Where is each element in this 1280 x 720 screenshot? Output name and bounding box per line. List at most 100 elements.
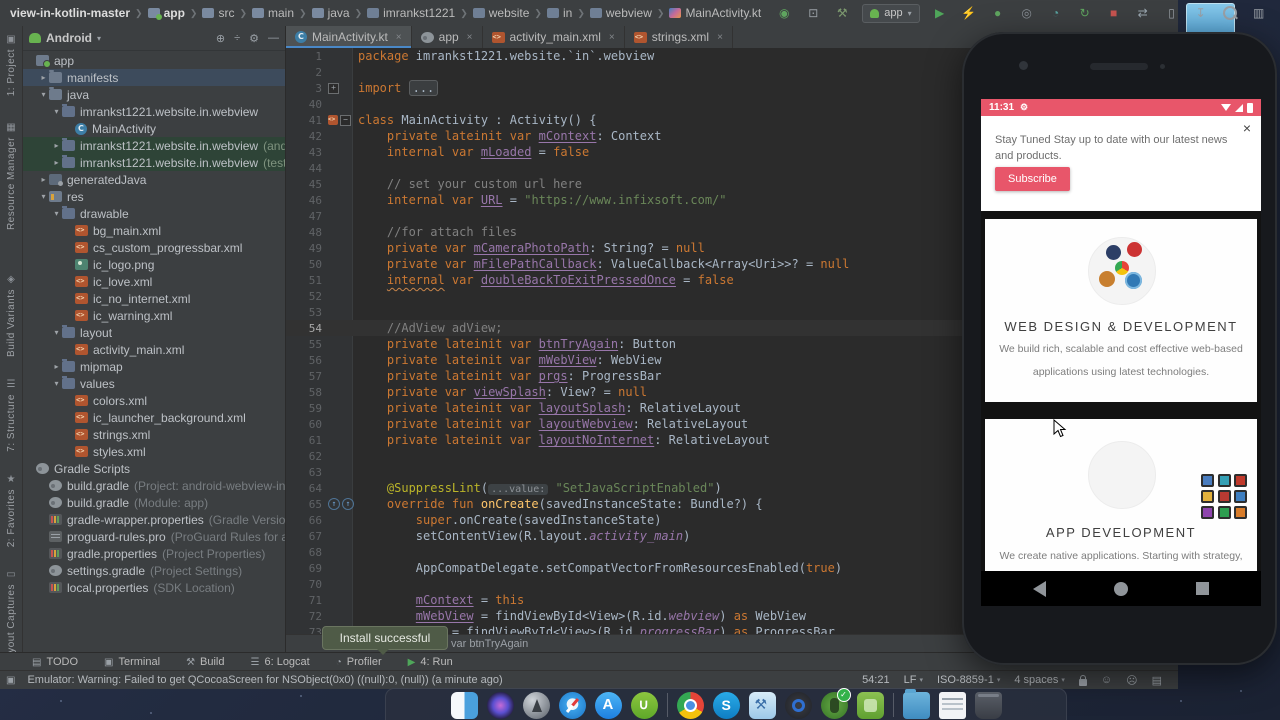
tree-item-bg-main-xml[interactable]: bg_main.xml (23, 222, 285, 239)
tree-item-values[interactable]: ▾ values (23, 375, 285, 392)
tree-expand-icon[interactable]: ▾ (51, 328, 62, 337)
dock-xcode-icon[interactable] (748, 691, 776, 719)
tree-item-java[interactable]: ▾ java (23, 86, 285, 103)
status-message[interactable]: Emulator: Warning: Failed to get QCocoaS… (27, 674, 502, 686)
tree-item-app[interactable]: app (23, 52, 285, 69)
close-icon[interactable]: × (396, 32, 402, 43)
tree-item-ic-logo-png[interactable]: ic_logo.png (23, 256, 285, 273)
fold-expand-icon[interactable]: + (328, 82, 339, 94)
tab-strings-xml[interactable]: strings.xml × (625, 26, 733, 48)
stripe-item-1-project[interactable]: ▣ 1: Project (6, 34, 17, 96)
close-icon[interactable]: × (467, 32, 473, 43)
recents-button[interactable] (1196, 582, 1209, 595)
tree-item-gradle-wrapper-properties[interactable]: gradle-wrapper.properties (Gradle Version (23, 511, 285, 528)
breadcrumb-item[interactable]: MainActivity.kt (669, 6, 761, 20)
indent-selector[interactable]: 4 spaces ▾ (1014, 674, 1065, 686)
tree-item-build-gradle[interactable]: build.gradle (Module: app) (23, 494, 285, 511)
tree-item-colors-xml[interactable]: colors.xml (23, 392, 285, 409)
collapse-all-icon[interactable]: ÷ (234, 32, 240, 45)
tree-item-local-properties[interactable]: local.properties (SDK Location) (23, 579, 285, 596)
emulator-icon[interactable]: ◉ (775, 4, 793, 22)
dock-utorrent-icon[interactable] (630, 691, 658, 719)
tree-item-drawable[interactable]: ▾ drawable (23, 205, 285, 222)
breadcrumb-item[interactable]: website (472, 6, 529, 20)
stripe-item-7-structure[interactable]: ☰ 7: Structure (6, 379, 17, 452)
tree-item-proguard-rules-pro[interactable]: proguard-rules.pro (ProGuard Rules for a (23, 528, 285, 545)
override-icon[interactable]: ↑ (342, 498, 354, 510)
highlighting-frown-icon[interactable]: ☹ (1126, 674, 1137, 687)
tree-item-mipmap[interactable]: ▸ mipmap (23, 358, 285, 375)
tree-item-activity-main-xml[interactable]: activity_main.xml (23, 341, 285, 358)
tv-run-icon[interactable]: ⊡ (804, 4, 822, 22)
stripe-item-resource-manager[interactable]: ▦ Resource Manager (6, 122, 17, 230)
dock-vpn-icon[interactable] (820, 687, 851, 719)
back-button[interactable] (1033, 580, 1046, 597)
highlighting-smile-icon[interactable]: ☺ (1101, 674, 1112, 686)
tree-item-manifests[interactable]: ▸ manifests (23, 69, 285, 86)
breadcrumb-item[interactable]: src (202, 6, 234, 20)
toolwindow-tab-4-run[interactable]: ▶ 4: Run (408, 656, 453, 668)
tree-item-styles-xml[interactable]: styles.xml (23, 443, 285, 460)
toolwindow-tab-build[interactable]: ⚒ Build (186, 656, 224, 668)
breadcrumb-item[interactable]: webview (589, 6, 652, 20)
tab-app[interactable]: app × (412, 26, 483, 48)
profiler-icon[interactable]: ◔ (1047, 4, 1065, 22)
project-panel-header[interactable]: Android ▾ ⊕ ÷ ⚙ — (23, 26, 285, 51)
tree-expand-icon[interactable]: ▸ (51, 158, 62, 167)
apply-changes-icon[interactable]: ⚡ (960, 4, 978, 22)
tree-item-res[interactable]: ▾ res (23, 188, 285, 205)
tree-expand-icon[interactable]: ▸ (38, 73, 49, 82)
tree-item-gradle-properties[interactable]: gradle.properties (Project Properties) (23, 545, 285, 562)
hide-icon[interactable]: — (268, 32, 279, 45)
stripe-item-2-favorites[interactable]: ★ 2: Favorites (6, 474, 17, 547)
tree-item-imrankst1221-website-in-webview[interactable]: ▾ imrankst1221.website.in.webview (23, 103, 285, 120)
breadcrumb-item[interactable]: app (147, 6, 185, 20)
tree-expand-icon[interactable]: ▾ (38, 90, 49, 99)
toolwindow-tab-6-logcat[interactable]: ☰ 6: Logcat (251, 656, 310, 668)
dock-appstore-icon[interactable] (594, 691, 622, 719)
tree-item-generatedjava[interactable]: ▸ generatedJava (23, 171, 285, 188)
tree-expand-icon[interactable]: ▾ (51, 107, 62, 116)
dock-finder-icon[interactable] (450, 691, 478, 719)
tree-item-build-gradle[interactable]: build.gradle (Project: android-webview-in (23, 477, 285, 494)
tree-item-settings-gradle[interactable]: settings.gradle (Project Settings) (23, 562, 285, 579)
editor-breadcrumb-item[interactable]: var btnTryAgain (451, 638, 528, 650)
tree-expand-icon[interactable]: ▸ (38, 175, 49, 184)
close-icon[interactable]: × (609, 32, 615, 43)
tree-item-mainactivity[interactable]: MainActivity (23, 120, 285, 137)
tree-expand-icon[interactable]: ▾ (51, 379, 62, 388)
tree-item-ic-launcher-background-xml[interactable]: ic_launcher_background.xml (23, 409, 285, 426)
dock-siri-icon[interactable] (486, 691, 514, 719)
tree-expand-icon[interactable]: ▸ (51, 141, 62, 150)
breadcrumb-item[interactable]: in (546, 6, 572, 20)
tree-item-imrankst1221-website-in-webview[interactable]: ▸ imrankst1221.website.in.webview (andro (23, 137, 285, 154)
caret-position[interactable]: 54:21 (862, 674, 890, 686)
toolwindow-tab-todo[interactable]: ▤ TODO (32, 656, 78, 668)
run-config-combo[interactable]: app ▾ (862, 3, 920, 23)
web-design-card[interactable]: WEB DESIGN & DEVELOPMENT We build rich, … (985, 219, 1257, 402)
layout-inspector-icon[interactable]: ▥ (1250, 4, 1268, 22)
tree-item-gradle-scripts[interactable]: Gradle Scripts (23, 460, 285, 477)
run-button[interactable]: ▶ (931, 4, 949, 22)
tree-item-imrankst1221-website-in-webview[interactable]: ▸ imrankst1221.website.in.webview (test (23, 154, 285, 171)
app-development-card[interactable]: APP DEVELOPMENT We create native applica… (985, 419, 1257, 571)
tab-activity-main-xml[interactable]: activity_main.xml × (483, 26, 625, 48)
stripe-item-build-variants[interactable]: ◈ Build Variants (6, 274, 17, 357)
dock-skype-icon[interactable] (712, 691, 740, 719)
search-everywhere-icon[interactable] (1221, 4, 1239, 22)
tree-item-layout[interactable]: ▾ layout (23, 324, 285, 341)
dock-trash-icon[interactable] (974, 691, 1002, 719)
tree-item-ic-love-xml[interactable]: ic_love.xml (23, 273, 285, 290)
breadcrumb-item[interactable]: main (252, 6, 294, 20)
dock-window-icon[interactable] (938, 691, 966, 719)
tree-item-strings-xml[interactable]: strings.xml (23, 426, 285, 443)
tree-item-ic-warning-xml[interactable]: ic_warning.xml (23, 307, 285, 324)
locate-icon[interactable]: ⊕ (216, 32, 225, 45)
home-button[interactable] (1114, 581, 1128, 596)
dock-onedrive-icon[interactable] (784, 691, 812, 719)
tree-expand-icon[interactable]: ▾ (38, 192, 49, 201)
subscribe-button[interactable]: Subscribe (995, 167, 1070, 191)
related-xml-icon[interactable] (328, 115, 338, 125)
toolwindow-tab-profiler[interactable]: ◔ Profiler (336, 656, 382, 668)
build-hammer-icon[interactable]: ⚒ (833, 4, 851, 22)
